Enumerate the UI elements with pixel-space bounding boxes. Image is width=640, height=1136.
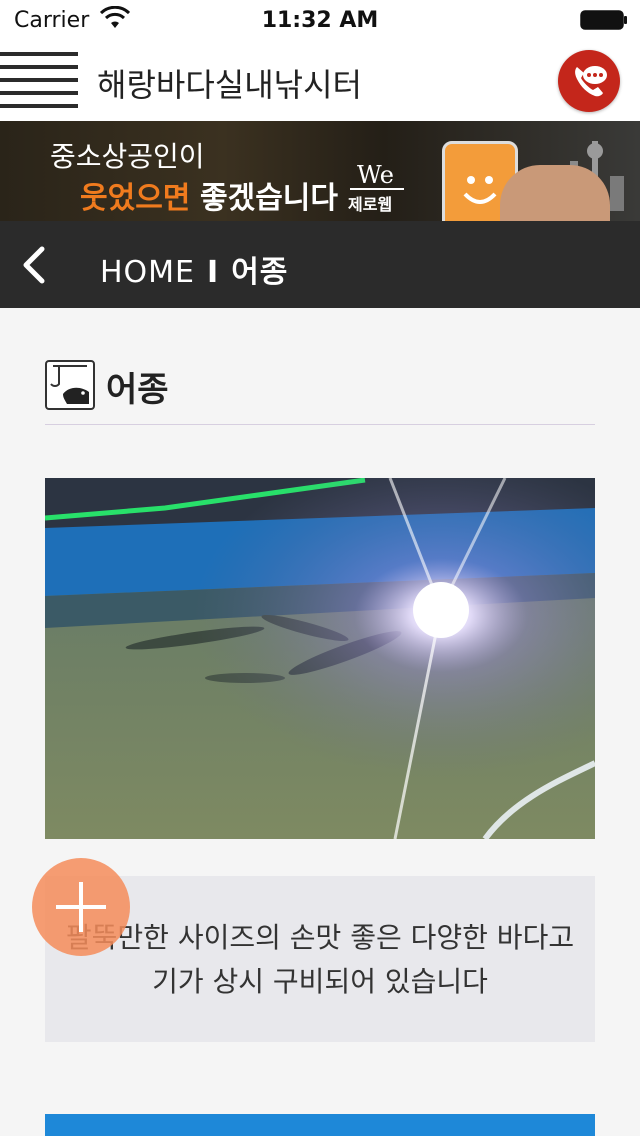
- breadcrumb-separator: I: [207, 255, 220, 290]
- fish-pool-photo: [45, 478, 595, 839]
- hand-image: [500, 165, 610, 221]
- ad-banner[interactable]: 중소상공인이 웃었으면 좋겠습니다 We 제로웹: [0, 121, 640, 221]
- add-button[interactable]: [32, 858, 130, 956]
- ad-logo-divider: [350, 188, 404, 190]
- ad-line1: 중소상공인이: [50, 140, 205, 173]
- breadcrumb-home[interactable]: HOME: [100, 255, 195, 290]
- phone-chat-icon: [575, 66, 607, 97]
- app-title: 해랑바다실내낚시터: [97, 66, 362, 104]
- battery-icon: [580, 10, 627, 30]
- status-bar: Carrier 11:32 AM: [0, 0, 640, 40]
- fishing-hook-icon: [45, 360, 95, 410]
- hamburger-menu-icon[interactable]: [0, 52, 80, 110]
- main-content: 어종 팔뚝만한 사이즈의 손맛 좋은 다양한 바다고기가 상시 구비되어 있습니…: [0, 308, 640, 1136]
- breadcrumb: HOME I 어종: [100, 247, 288, 291]
- section-title: 어종: [106, 370, 169, 410]
- plus-icon-bar: [56, 905, 106, 909]
- breadcrumb-current: 어종: [231, 255, 289, 290]
- breadcrumb-bar: HOME I 어종: [0, 221, 640, 308]
- ad-line2-highlight: 웃었으면: [80, 181, 191, 216]
- app-header: 해랑바다실내낚시터: [0, 40, 640, 121]
- bottom-strip[interactable]: [45, 1114, 595, 1136]
- section-divider: [45, 424, 595, 425]
- ad-logo-we: We: [357, 161, 394, 189]
- chevron-left-icon[interactable]: [18, 245, 50, 285]
- status-time: 11:32 AM: [261, 8, 379, 33]
- description-text: 팔뚝만한 사이즈의 손맛 좋은 다양한 바다고기가 상시 구비되어 있습니다: [65, 921, 575, 998]
- ad-line2-rest: 좋겠습니다: [200, 181, 338, 216]
- call-button[interactable]: [558, 50, 620, 112]
- ad-logo-sub: 제로웹: [348, 195, 393, 214]
